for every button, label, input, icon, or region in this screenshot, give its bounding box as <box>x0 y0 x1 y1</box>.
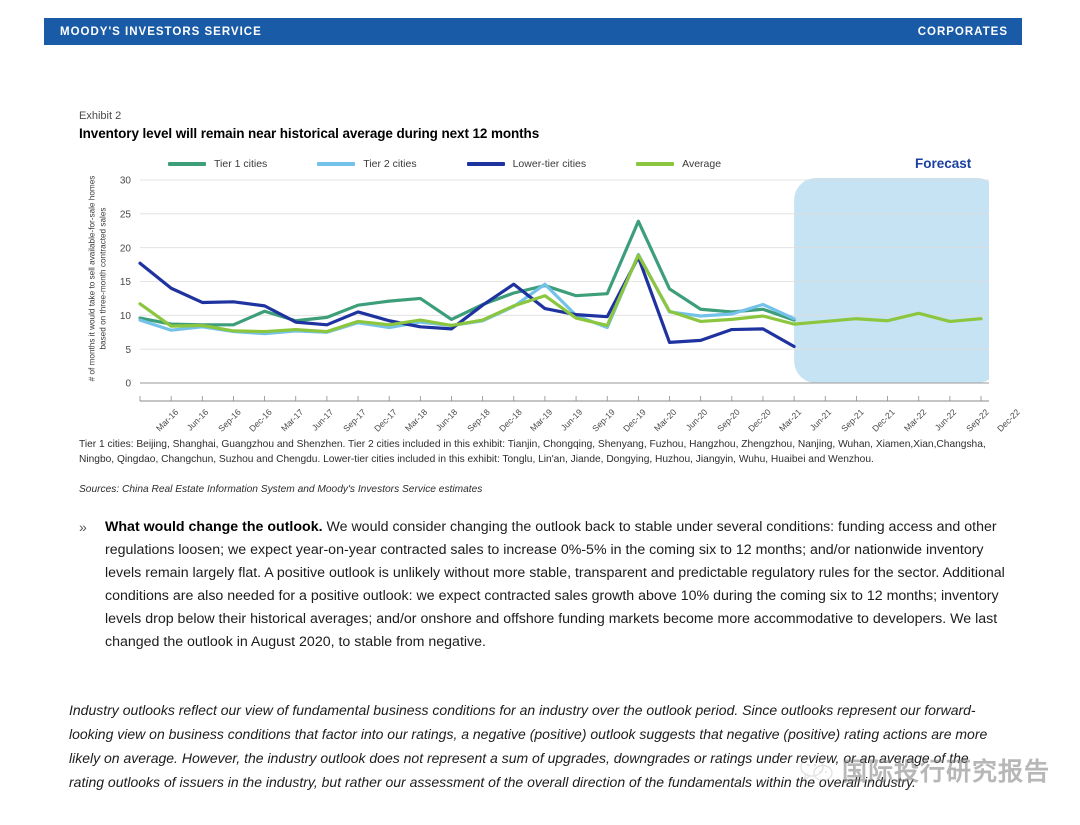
exhibit-heading-block: Exhibit 2 Inventory level will remain ne… <box>79 110 999 141</box>
legend-label: Tier 1 cities <box>214 158 268 170</box>
header-divider <box>44 45 1022 48</box>
y-tick-label: 5 <box>125 345 131 356</box>
chart-plot-area: 0 5 10 15 20 25 30 <box>120 176 989 402</box>
inventory-line-chart: # of months it would take to sell availa… <box>79 156 1022 434</box>
legend-item-tier-2-cities[interactable]: Tier 2 cities <box>317 158 417 170</box>
legend-label: Average <box>682 158 722 170</box>
legend-swatch-icon <box>466 162 505 166</box>
legend-item-tier-1-cities[interactable]: Tier 1 cities <box>168 158 267 170</box>
page-header-band: MOODY'S INVESTORS SERVICE CORPORATES <box>44 18 1022 45</box>
outlook-bullet-body: We would consider changing the outlook b… <box>105 519 1005 650</box>
y-tick-label: 25 <box>120 209 132 220</box>
y-tick-label: 30 <box>120 176 132 187</box>
outlook-bullet-lead: What would change the outlook. <box>105 519 323 535</box>
forecast-band <box>794 178 989 383</box>
exhibit-footnote: Tier 1 cities: Beijing, Shanghai, Guangz… <box>79 439 986 466</box>
legend-swatch-icon <box>168 162 206 166</box>
outlook-bullet-text: What would change the outlook. We would … <box>105 516 1007 654</box>
exhibit-label: Exhibit 2 <box>79 110 122 122</box>
outlook-bullet: » What would change the outlook. We woul… <box>79 516 1007 654</box>
x-tick-label: Dec-22 <box>995 407 1022 434</box>
y-tick-label: 20 <box>120 243 132 254</box>
legend-item-average[interactable]: Average <box>636 158 721 170</box>
y-tick-label: 15 <box>120 277 132 288</box>
series-line-tier-1-cities <box>138 219 796 327</box>
legend-swatch-icon <box>636 162 675 166</box>
y-tick-label: 10 <box>120 311 132 322</box>
bullet-marker-icon: » <box>79 519 87 535</box>
legend-label: Lower-tier cities <box>512 158 587 170</box>
exhibit-sources: Sources: China Real Estate Information S… <box>79 484 483 495</box>
brand-label: MOODY'S INVESTORS SERVICE <box>60 25 262 38</box>
legend-item-lower-tier-cities[interactable]: Lower-tier cities <box>466 158 587 170</box>
chart-legend: Tier 1 cities Tier 2 cities Lower-tier cit… <box>168 158 771 170</box>
forecast-label: Forecast <box>915 156 972 171</box>
legend-label: Tier 2 cities <box>363 158 417 170</box>
industry-outlook-disclaimer: Industry outlooks reflect our view of fu… <box>69 702 988 790</box>
y-tick-label: 0 <box>125 379 131 390</box>
sector-label: CORPORATES <box>917 25 1008 38</box>
legend-swatch-icon <box>317 162 356 166</box>
exhibit-title: Inventory level will remain near histori… <box>79 126 540 141</box>
